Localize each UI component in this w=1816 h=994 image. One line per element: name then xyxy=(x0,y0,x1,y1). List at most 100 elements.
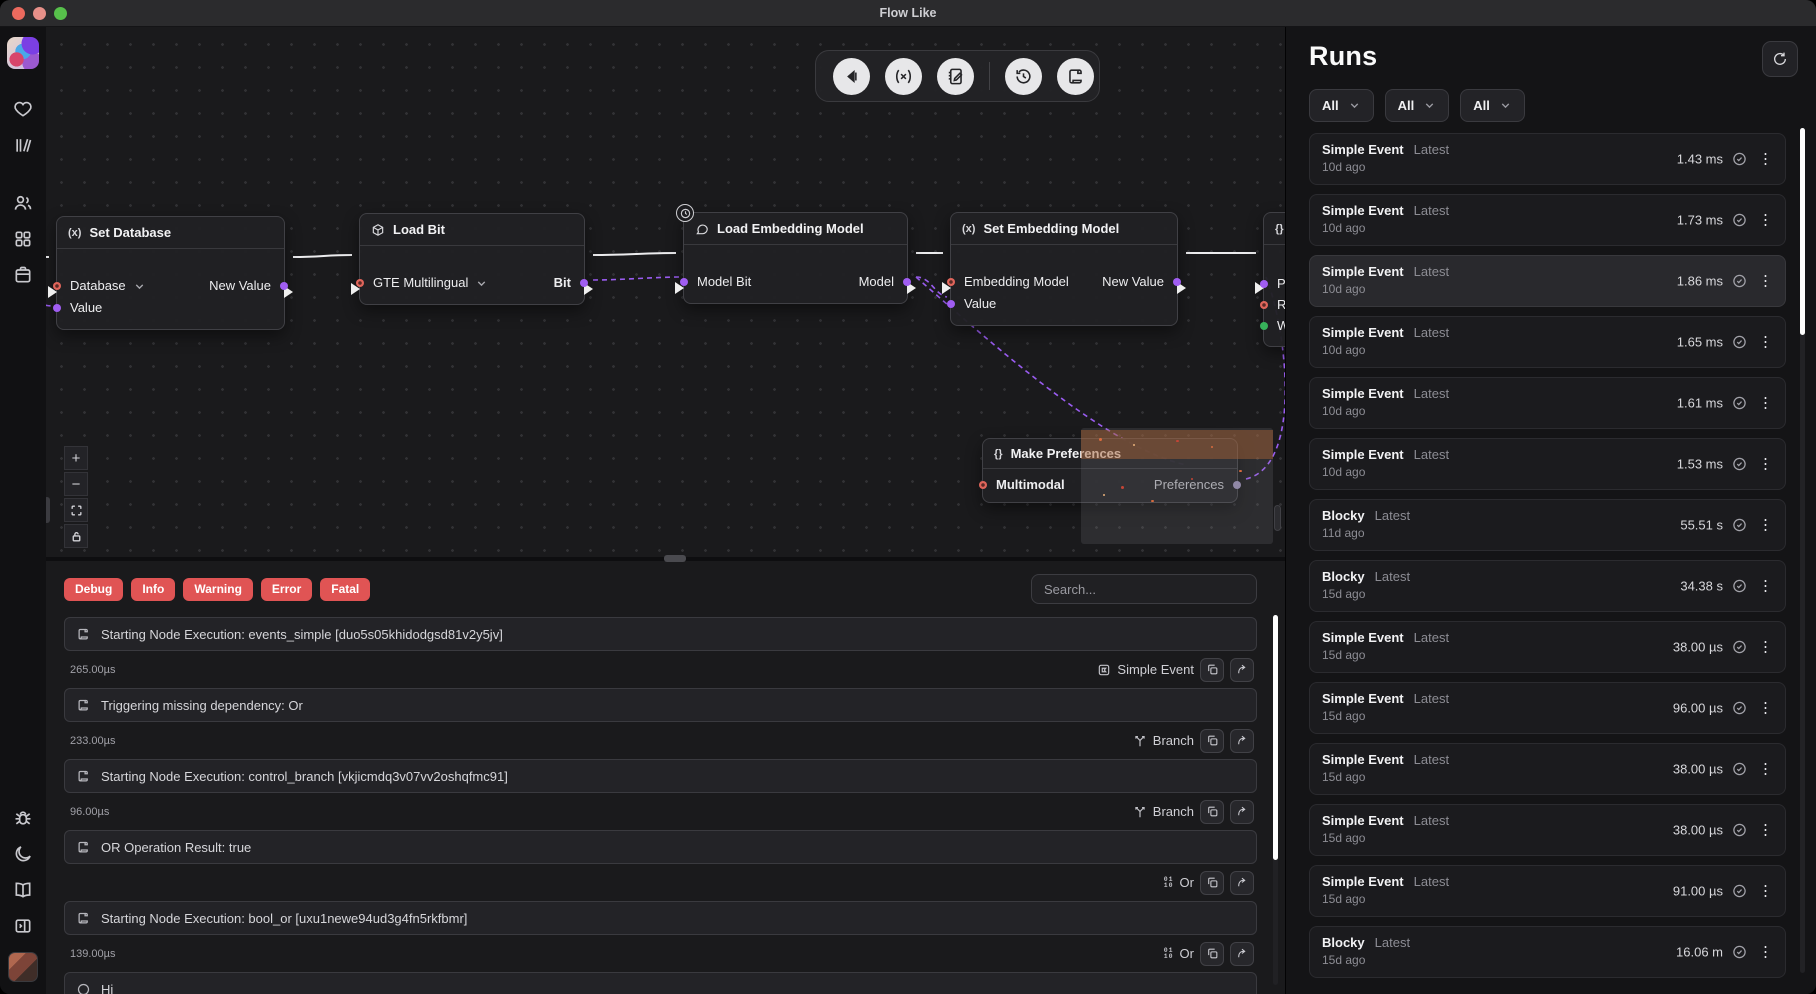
right-panel-handle[interactable] xyxy=(1274,505,1281,531)
variables-icon[interactable] xyxy=(885,58,922,95)
jump-to-node-icon[interactable] xyxy=(1230,658,1254,682)
log-filter-chip[interactable]: Fatal xyxy=(320,578,370,601)
minimize-button[interactable] xyxy=(33,7,46,20)
chevron-down-icon[interactable] xyxy=(133,280,146,293)
node-set-database[interactable]: (x) Set Database Database New Value xyxy=(56,216,285,330)
input-pin[interactable] xyxy=(1260,322,1268,330)
jump-to-node-icon[interactable] xyxy=(1230,871,1254,895)
run-item[interactable]: Blocky Latest 15d ago 16.06 m ⋮ xyxy=(1309,926,1786,978)
log-message[interactable]: Starting Node Execution: events_simple [… xyxy=(64,617,1257,651)
input-pin-database[interactable] xyxy=(53,282,61,290)
storage-box-icon[interactable] xyxy=(12,264,34,286)
maximize-button[interactable] xyxy=(54,7,67,20)
kebab-menu-icon[interactable]: ⋮ xyxy=(1756,213,1775,228)
log-filter-chip[interactable]: Error xyxy=(261,578,312,601)
log-search-input[interactable] xyxy=(1031,574,1257,604)
moon-icon[interactable] xyxy=(12,843,34,865)
copy-icon[interactable] xyxy=(1200,800,1224,824)
output-pin-model[interactable] xyxy=(903,278,911,286)
script-icon[interactable] xyxy=(1057,58,1094,95)
bug-icon[interactable] xyxy=(12,807,34,829)
node-set-embedding-model[interactable]: (x) Set Embedding Model Embedding Model … xyxy=(950,212,1178,326)
input-pin-value[interactable] xyxy=(53,304,61,312)
run-item[interactable]: Simple Event Latest 15d ago 96.00 µs ⋮ xyxy=(1309,682,1786,734)
log-message[interactable]: Starting Node Execution: control_branch … xyxy=(64,759,1257,793)
runs-scrollbar-thumb[interactable] xyxy=(1800,128,1805,335)
app-logo-icon[interactable] xyxy=(7,37,39,69)
kebab-menu-icon[interactable]: ⋮ xyxy=(1756,884,1775,899)
left-panel-handle[interactable] xyxy=(46,497,50,523)
skip-back-icon[interactable] xyxy=(833,58,870,95)
log-scrollbar-thumb[interactable] xyxy=(1273,615,1278,860)
run-item[interactable]: Simple Event Latest 15d ago 38.00 µs ⋮ xyxy=(1309,804,1786,856)
book-icon[interactable] xyxy=(12,879,34,901)
lock-icon[interactable] xyxy=(64,524,88,548)
copy-icon[interactable] xyxy=(1200,871,1224,895)
input-pin-multimodal[interactable] xyxy=(979,481,987,489)
log-message[interactable]: Triggering missing dependency: Or xyxy=(64,688,1257,722)
heart-icon[interactable] xyxy=(12,98,34,120)
copy-icon[interactable] xyxy=(1200,942,1224,966)
input-pin-model-bit[interactable] xyxy=(680,278,688,286)
kebab-menu-icon[interactable]: ⋮ xyxy=(1756,457,1775,472)
library-icon[interactable] xyxy=(12,134,34,156)
input-pin-value[interactable] xyxy=(947,300,955,308)
kebab-menu-icon[interactable]: ⋮ xyxy=(1756,945,1775,960)
kebab-menu-icon[interactable]: ⋮ xyxy=(1756,701,1775,716)
fit-view-icon[interactable] xyxy=(64,498,88,522)
kebab-menu-icon[interactable]: ⋮ xyxy=(1756,823,1775,838)
user-avatar[interactable] xyxy=(8,952,38,982)
input-pin-embedding-model[interactable] xyxy=(947,278,955,286)
run-item[interactable]: Simple Event Latest 15d ago 38.00 µs ⋮ xyxy=(1309,743,1786,795)
kebab-menu-icon[interactable]: ⋮ xyxy=(1756,640,1775,655)
panel-right-icon[interactable] xyxy=(12,915,34,937)
log-message[interactable]: Starting Node Execution: bool_or [uxu1ne… xyxy=(64,901,1257,935)
jump-to-node-icon[interactable] xyxy=(1230,729,1254,753)
node-load-embedding-model[interactable]: Load Embedding Model Model Bit Model xyxy=(683,212,908,304)
flow-canvas[interactable]: (x) Set Database Database New Value xyxy=(46,27,1285,557)
node-clipped-right[interactable]: {} Pr Re W xyxy=(1263,212,1285,347)
runs-filter-select[interactable]: All xyxy=(1309,89,1374,122)
run-item[interactable]: Blocky Latest 11d ago 55.51 s ⋮ xyxy=(1309,499,1786,551)
run-item[interactable]: Simple Event Latest 10d ago 1.65 ms ⋮ xyxy=(1309,316,1786,368)
runs-filter-select[interactable]: All xyxy=(1460,89,1525,122)
kebab-menu-icon[interactable]: ⋮ xyxy=(1756,396,1775,411)
kebab-menu-icon[interactable]: ⋮ xyxy=(1756,762,1775,777)
users-icon[interactable] xyxy=(12,192,34,214)
copy-icon[interactable] xyxy=(1200,729,1224,753)
output-pin-bit[interactable] xyxy=(580,279,588,287)
run-item[interactable]: Simple Event Latest 10d ago 1.53 ms ⋮ xyxy=(1309,438,1786,490)
notebook-edit-icon[interactable] xyxy=(937,58,974,95)
input-pin[interactable] xyxy=(1260,301,1268,309)
run-item[interactable]: Simple Event Latest 10d ago 1.61 ms ⋮ xyxy=(1309,377,1786,429)
refresh-icon[interactable] xyxy=(1762,41,1798,77)
kebab-menu-icon[interactable]: ⋮ xyxy=(1756,335,1775,350)
run-item[interactable]: Simple Event Latest 15d ago 91.00 µs ⋮ xyxy=(1309,865,1786,917)
input-pin[interactable] xyxy=(1260,280,1268,288)
jump-to-node-icon[interactable] xyxy=(1230,800,1254,824)
history-icon[interactable] xyxy=(1005,58,1042,95)
kebab-menu-icon[interactable]: ⋮ xyxy=(1756,518,1775,533)
runs-filter-select[interactable]: All xyxy=(1385,89,1450,122)
log-filter-chip[interactable]: Debug xyxy=(64,578,123,601)
zoom-out-icon[interactable]: − xyxy=(64,472,88,496)
run-item[interactable]: Simple Event Latest 15d ago 38.00 µs ⋮ xyxy=(1309,621,1786,673)
run-item[interactable]: Simple Event Latest 10d ago 1.86 ms ⋮ xyxy=(1309,255,1786,307)
kebab-menu-icon[interactable]: ⋮ xyxy=(1756,152,1775,167)
output-pin-new-value[interactable] xyxy=(280,282,288,290)
output-pin-new-value[interactable] xyxy=(1173,278,1181,286)
run-item[interactable]: Simple Event Latest 10d ago 1.43 ms ⋮ xyxy=(1309,133,1786,185)
log-filter-chip[interactable]: Info xyxy=(131,578,175,601)
log-message[interactable]: OR Operation Result: true xyxy=(64,830,1257,864)
log-filter-chip[interactable]: Warning xyxy=(183,578,253,601)
zoom-in-icon[interactable]: + xyxy=(64,446,88,470)
copy-icon[interactable] xyxy=(1200,658,1224,682)
kebab-menu-icon[interactable]: ⋮ xyxy=(1756,274,1775,289)
close-button[interactable] xyxy=(12,7,25,20)
run-item[interactable]: Simple Event Latest 10d ago 1.73 ms ⋮ xyxy=(1309,194,1786,246)
chevron-down-icon[interactable] xyxy=(475,277,488,290)
run-item[interactable]: Blocky Latest 15d ago 34.38 s ⋮ xyxy=(1309,560,1786,612)
input-pin-bit-select[interactable] xyxy=(356,279,364,287)
jump-to-node-icon[interactable] xyxy=(1230,942,1254,966)
kebab-menu-icon[interactable]: ⋮ xyxy=(1756,579,1775,594)
